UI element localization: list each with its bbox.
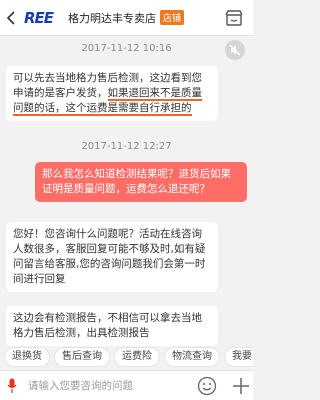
timestamp: 2017-11-12 12:27: [81, 141, 172, 152]
tag-more[interactable]: 我要: [224, 347, 253, 367]
brand-logo: REE: [24, 8, 54, 27]
shop-name[interactable]: 格力明达丰专卖店: [68, 10, 156, 26]
back-icon[interactable]: [0, 0, 22, 36]
message-text: 这边会有检测报告，不相信可以拿去当地格力售后检测，出具检测报告: [13, 312, 202, 339]
tag-after-sales[interactable]: 售后查询: [54, 347, 110, 367]
message-input[interactable]: 请输入您要咨询的问题: [28, 378, 183, 393]
tag-shipping-insurance[interactable]: 运费险: [114, 347, 160, 367]
tag-logistics[interactable]: 物流查询: [164, 347, 220, 367]
message-bubble-sent: 那么我怎么知道检测结果呢？退货后如果证明是质量问题，运费怎么退还呢？: [35, 162, 247, 202]
message-bubble-received: 可以先去当地格力售后检测，这边看到您申请的是客户发货，如果退回来不是质量问题的话…: [6, 66, 218, 121]
mic-icon[interactable]: [0, 371, 24, 400]
shop-icon[interactable]: [225, 9, 243, 27]
tag-return[interactable]: 退换货: [4, 347, 50, 367]
message-bubble-received: 您好！您咨询什么问题呢？活动在线咨询人数很多，客服回复可能不够及时,如有疑问留言…: [6, 222, 218, 292]
smile-icon[interactable]: [197, 376, 217, 396]
quick-reply-tags: 退换货 售后查询 运费险 物流查询 我要: [0, 347, 253, 369]
timestamp: 2017-11-12 10:16: [81, 43, 172, 54]
plus-icon[interactable]: [231, 376, 251, 396]
message-text: 那么我怎么知道检测结果呢？退货后如果证明是质量问题，运费怎么退还呢？: [42, 168, 231, 195]
message-bubble-received: 这边会有检测报告，不相信可以拿去当地格力售后检测，出具检测报告: [6, 306, 218, 346]
chat-header: REE 格力明达丰专卖店 店铺: [0, 0, 253, 36]
message-text: 您好！您咨询什么问题呢？活动在线咨询人数很多，客服回复可能不够及时,如有疑问留言…: [13, 228, 206, 285]
input-bar: 请输入您要咨询的问题: [0, 370, 253, 400]
shop-badge[interactable]: 店铺: [160, 10, 185, 25]
